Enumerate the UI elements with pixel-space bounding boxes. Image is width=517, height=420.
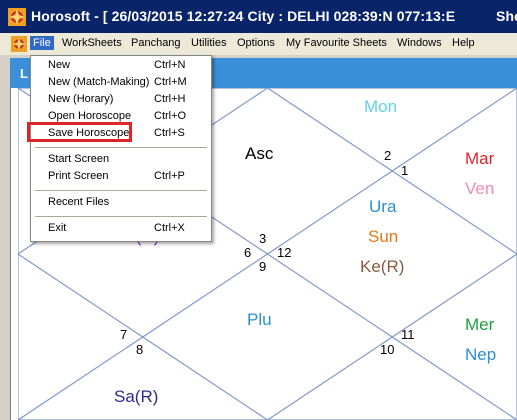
title-bar: Horosoft - [ 26/03/2015 12:27:24 City : … — [0, 0, 517, 33]
house-number-3: 3 — [259, 231, 267, 246]
file-menu-dropdown: New Ctrl+N New (Match-Making) Ctrl+M New… — [30, 55, 212, 242]
menu-options[interactable]: Options — [237, 37, 275, 49]
planet-sun: Sun — [368, 227, 399, 246]
house-number-6: 6 — [244, 245, 252, 260]
planet-plu: Plu — [247, 310, 272, 329]
house-number-8: 8 — [136, 342, 144, 357]
menu-my-favourite-sheets[interactable]: My Favourite Sheets — [286, 37, 387, 49]
menu-file[interactable]: File — [30, 36, 54, 50]
house-number-7: 7 — [120, 327, 128, 342]
planet-ke: Ke(R) — [360, 257, 405, 276]
menu-item-new-match-making[interactable]: New (Match-Making) Ctrl+M — [48, 76, 198, 92]
window-title: Horosoft - [ 26/03/2015 12:27:24 City : … — [31, 8, 456, 24]
menu-panchang[interactable]: Panchang — [131, 37, 181, 49]
planet-mer: Mer — [465, 315, 495, 334]
menu-separator — [35, 190, 207, 191]
menu-item-new-horary[interactable]: New (Horary) Ctrl+H — [48, 93, 198, 109]
horosoft-logo-icon — [8, 8, 26, 26]
planet-ven: Ven — [465, 179, 495, 198]
planet-mon: Mon — [364, 97, 398, 116]
menu-help[interactable]: Help — [452, 37, 475, 49]
house-number-12: 12 — [277, 245, 292, 260]
house-number-2: 2 — [384, 148, 392, 163]
house-number-10: 10 — [380, 342, 395, 357]
house-number-11: 11 — [401, 327, 415, 342]
menu-windows[interactable]: Windows — [397, 37, 442, 49]
chart-window-title: L — [20, 66, 28, 81]
menu-worksheets[interactable]: WorkSheets — [62, 37, 122, 49]
planet-ura: Ura — [369, 197, 397, 216]
save-horoscope-highlight — [27, 122, 132, 142]
menu-separator — [35, 147, 207, 148]
menu-item-recent-files[interactable]: Recent Files — [48, 196, 198, 212]
menu-utilities[interactable]: Utilities — [191, 37, 226, 49]
menu-item-print-screen[interactable]: Print Screen Ctrl+P — [48, 170, 198, 186]
window-title-trailing: She — [496, 8, 517, 24]
menu-item-exit[interactable]: Exit Ctrl+X — [48, 222, 198, 238]
planet-nep: Nep — [465, 345, 497, 364]
menu-item-new[interactable]: New Ctrl+N — [48, 59, 198, 75]
planet-asc: Asc — [245, 144, 274, 163]
house-number-9: 9 — [259, 259, 267, 274]
planet-sa: Sa(R) — [114, 387, 159, 406]
document-menu-icon[interactable] — [11, 36, 27, 52]
menu-item-start-screen[interactable]: Start Screen — [48, 153, 198, 169]
planet-mar: Mar — [465, 149, 495, 168]
menu-separator — [35, 216, 207, 217]
house-number-1: 1 — [401, 163, 409, 178]
